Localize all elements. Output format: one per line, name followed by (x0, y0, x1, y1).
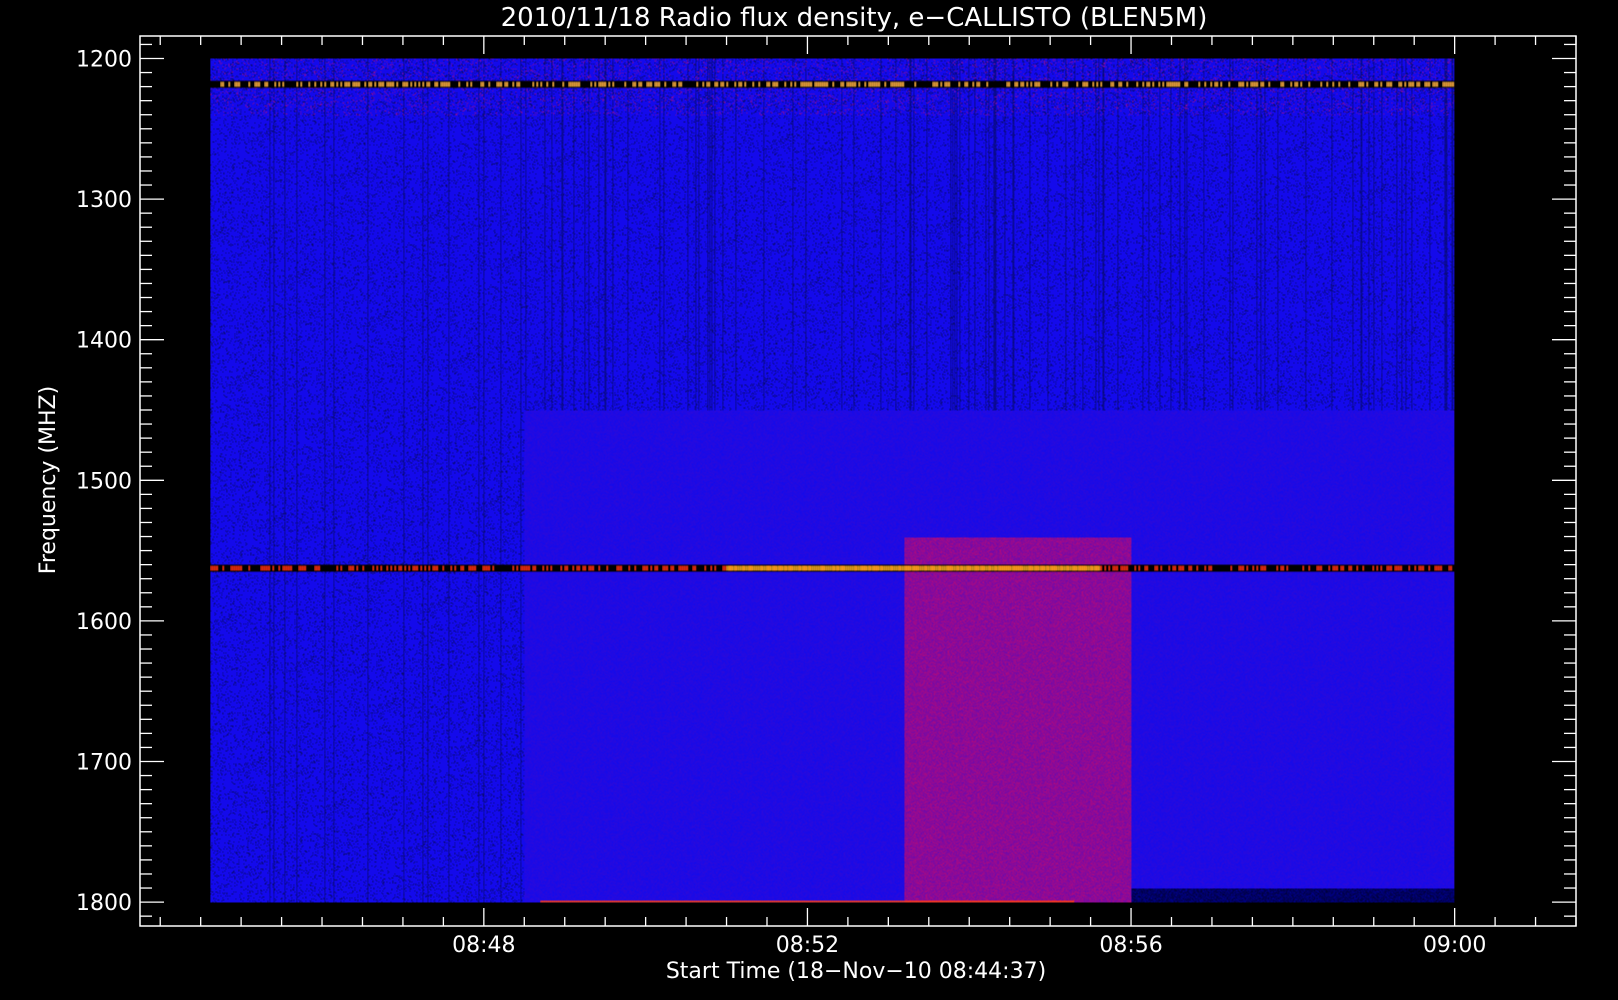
spectrogram-figure: 2010/11/18 Radio flux density, e−CALLIST… (0, 0, 1618, 1000)
y-tick-label: 1400 (76, 329, 132, 354)
x-tick-label: 08:56 (1099, 933, 1162, 958)
y-tick-label: 1700 (76, 750, 132, 775)
y-tick-label: 1500 (76, 469, 132, 494)
x-tick-label: 08:52 (776, 933, 839, 958)
plot-area (210, 58, 1455, 903)
x-axis-label: Start Time (18−Nov−10 08:44:37) (666, 959, 1046, 984)
y-axis-label: Frequency (MHZ) (36, 386, 61, 574)
y-tick-label: 1300 (76, 188, 132, 213)
x-tick-label: 09:00 (1423, 933, 1486, 958)
spectrogram-image (210, 58, 1455, 903)
y-tick-label: 1600 (76, 610, 132, 635)
y-tick-label: 1800 (76, 891, 132, 916)
chart-title: 2010/11/18 Radio flux density, e−CALLIST… (501, 3, 1208, 33)
y-tick-label: 1200 (76, 47, 132, 72)
x-tick-label: 08:48 (452, 933, 515, 958)
